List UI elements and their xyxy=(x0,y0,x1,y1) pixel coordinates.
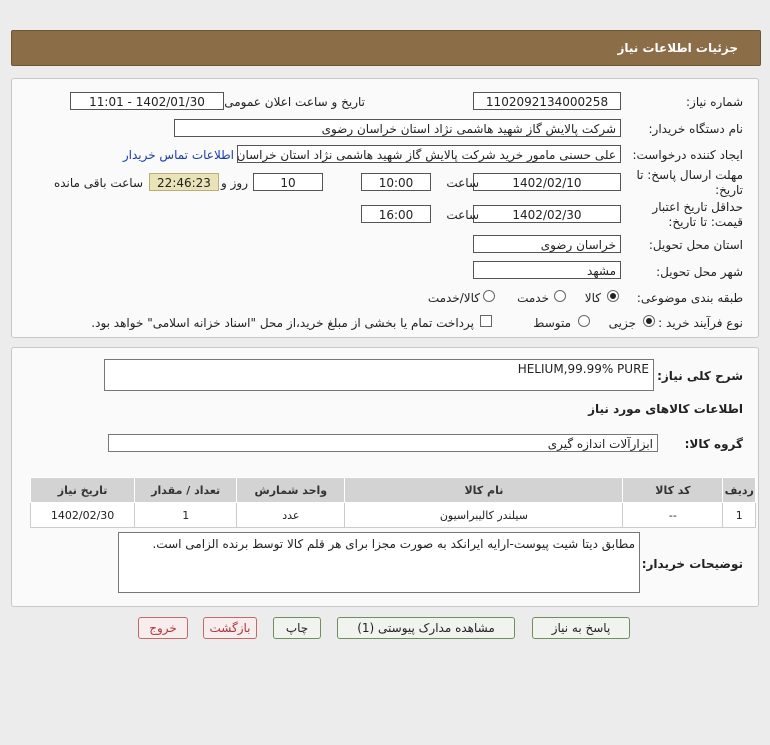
category-label: طبقه بندی موضوعی: xyxy=(636,291,743,305)
deadline-label-line2: تاریخ: xyxy=(715,183,743,197)
page-header: جزئیات اطلاعات نیاز xyxy=(11,30,761,66)
cell-unit: عدد xyxy=(236,502,346,528)
announce-datetime-field: 1402/01/30 - 11:01 xyxy=(70,92,224,110)
cell-row: 1 xyxy=(722,502,756,528)
process-option-minor: جزیی xyxy=(608,316,636,330)
category-radio-goods[interactable] xyxy=(607,290,619,302)
remaining-time-field: 22:46:23 xyxy=(149,173,219,191)
buyer-notes-label: توضیحات خریدار: xyxy=(641,557,743,571)
deadline-label: مهلت ارسال پاسخ: تا xyxy=(636,168,743,182)
summary-field: HELIUM,99.99% PURE xyxy=(104,359,654,391)
back-button[interactable]: بازگشت xyxy=(203,617,257,639)
creator-field: علی حسنی مامور خرید شرکت پالایش گاز شهید… xyxy=(237,145,621,163)
col-date: تاریخ نیاز xyxy=(29,477,136,503)
cell-name: سیلندر کالیبراسیون xyxy=(344,502,624,528)
goods-table: ردیف کد کالا نام کالا واحد شمارش تعداد /… xyxy=(29,477,756,528)
category-radio-service[interactable] xyxy=(554,290,566,302)
city-label: شهر محل تحویل: xyxy=(656,265,743,279)
summary-label: شرح کلی نیاز: xyxy=(657,369,743,383)
category-option-goods-service: کالا/خدمت xyxy=(427,291,480,305)
process-radio-medium[interactable] xyxy=(578,315,590,327)
col-qty: تعداد / مقدار xyxy=(134,477,238,503)
city-field: مشهد xyxy=(473,261,621,279)
contact-buyer-link[interactable]: اطلاعات تماس خریدار xyxy=(123,148,234,162)
table-row: 1 -- سیلندر کالیبراسیون عدد 1 1402/02/30 xyxy=(29,502,756,528)
need-info-panel: شماره نیاز: 1102092134000258 تاریخ و ساع… xyxy=(11,78,759,338)
deadline-date-field: 1402/02/10 xyxy=(473,173,621,191)
category-option-goods: کالا xyxy=(584,291,601,305)
province-label: استان محل تحویل: xyxy=(648,238,743,252)
validity-label: حداقل تاریخ اعتبار xyxy=(652,200,743,214)
goods-info-title: اطلاعات کالاهای مورد نیاز xyxy=(588,402,743,416)
goods-group-label: گروه کالا: xyxy=(684,437,743,451)
print-button[interactable]: چاپ xyxy=(273,617,321,639)
need-number-label: شماره نیاز: xyxy=(686,95,743,109)
goods-table-header: ردیف کد کالا نام کالا واحد شمارش تعداد /… xyxy=(29,477,756,503)
attachments-button[interactable]: مشاهده مدارک پیوستی (1) xyxy=(337,617,515,639)
buyer-org-label: نام دستگاه خریدار: xyxy=(648,122,744,136)
page-title: جزئیات اطلاعات نیاز xyxy=(617,41,738,55)
col-code: کد کالا xyxy=(622,477,724,503)
days-label: روز و xyxy=(221,176,248,190)
cell-qty: 1 xyxy=(134,502,238,528)
deadline-time-field: 10:00 xyxy=(361,173,431,191)
days-field: 10 xyxy=(253,173,323,191)
process-option-medium: متوسط xyxy=(533,316,571,330)
buyer-org-field: شرکت پالایش گاز شهید هاشمی نژاد استان خر… xyxy=(174,119,621,137)
validity-time-label: ساعت xyxy=(446,208,479,222)
col-name: نام کالا xyxy=(344,477,624,503)
treasury-payment-checkbox[interactable] xyxy=(480,315,492,327)
validity-date-field: 1402/02/30 xyxy=(473,205,621,223)
need-details-panel: شرح کلی نیاز: HELIUM,99.99% PURE اطلاعات… xyxy=(11,347,759,607)
category-radio-goods-service[interactable] xyxy=(483,290,495,302)
province-field: خراسان رضوی xyxy=(473,235,621,253)
process-radio-minor[interactable] xyxy=(643,315,655,327)
creator-label: ایجاد کننده درخواست: xyxy=(632,148,743,162)
remaining-label: ساعت باقی مانده xyxy=(53,176,143,190)
goods-group-field: ابزارآلات اندازه گیری xyxy=(108,434,658,452)
reply-button[interactable]: پاسخ به نیاز xyxy=(532,617,630,639)
need-number-field: 1102092134000258 xyxy=(473,92,621,110)
col-row: ردیف xyxy=(722,477,756,503)
category-option-service: خدمت xyxy=(517,291,549,305)
exit-button[interactable]: خروج xyxy=(138,617,188,639)
process-label: نوع فرآیند خرید : xyxy=(658,316,743,330)
col-unit: واحد شمارش xyxy=(236,477,346,503)
validity-label-line2: قیمت: تا تاریخ: xyxy=(668,215,743,229)
cell-code: -- xyxy=(622,502,724,528)
cell-date: 1402/02/30 xyxy=(29,502,136,528)
deadline-time-label: ساعت xyxy=(446,176,479,190)
announce-label: تاریخ و ساعت اعلان عمومی: xyxy=(220,95,365,109)
validity-time-field: 16:00 xyxy=(361,205,431,223)
treasury-payment-note: پرداخت تمام یا بخشی از مبلغ خرید،از محل … xyxy=(91,316,474,330)
buyer-notes-field: مطابق دیتا شیت پیوست-ارایه ایرانکد به صو… xyxy=(118,532,640,593)
